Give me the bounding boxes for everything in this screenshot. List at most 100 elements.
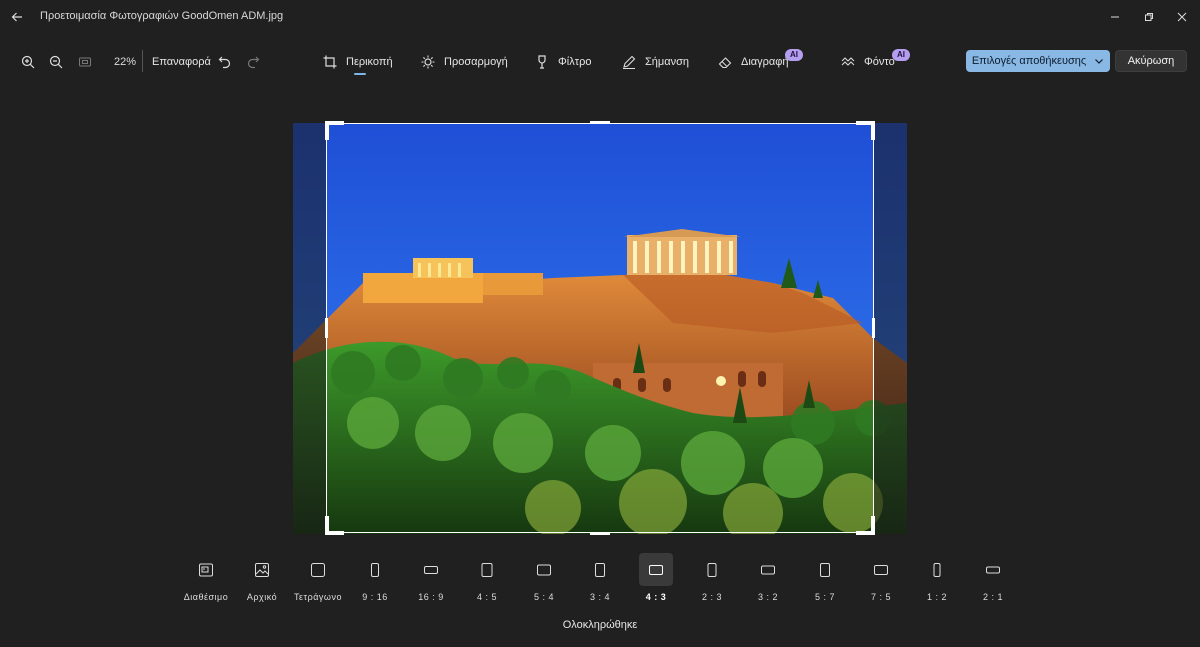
square-icon xyxy=(311,562,325,577)
undo-button[interactable] xyxy=(215,52,235,72)
ratio-3-2[interactable]: 3 : 2 xyxy=(751,553,785,603)
ratio-9-16[interactable]: 9 : 16 xyxy=(358,553,392,603)
zoom-in-icon xyxy=(21,55,35,69)
ratio-2-3[interactable]: 2 : 3 xyxy=(695,553,729,603)
close-button[interactable] xyxy=(1167,6,1197,28)
original-image-icon xyxy=(255,562,269,577)
ratio-1-2[interactable]: 1 : 2 xyxy=(920,553,954,603)
tab-crop[interactable]: Περικοπή xyxy=(322,48,393,76)
landscape-rect-icon xyxy=(986,566,1000,573)
tab-adjust-label: Προσαρμογή xyxy=(444,56,508,68)
redo-icon xyxy=(247,56,260,69)
undo-icon xyxy=(218,56,231,69)
save-options-label: Επιλογές αποθήκευσης xyxy=(971,55,1087,67)
ratio-square[interactable]: Τετράγωνο xyxy=(294,553,341,603)
ratio-label: 3 : 2 xyxy=(757,592,778,602)
ratio-freeform[interactable]: Διαθέσιμο xyxy=(184,553,228,603)
portrait-rect-icon xyxy=(820,562,830,577)
ratio-label: Τετράγωνο xyxy=(294,592,342,602)
ratio-label: 2 : 1 xyxy=(982,592,1003,602)
reset-button[interactable]: Επαναφορά xyxy=(152,56,211,68)
crop-dim-right xyxy=(874,123,907,534)
tab-markup[interactable]: Σήμανση xyxy=(621,48,689,76)
zoom-level: 22% xyxy=(114,56,137,68)
tab-adjust[interactable]: Προσαρμογή xyxy=(420,48,508,76)
crop-handle-top[interactable] xyxy=(590,121,610,124)
landscape-rect-icon xyxy=(874,564,888,575)
minimize-button[interactable] xyxy=(1100,6,1130,28)
ratio-label: 4 : 3 xyxy=(645,592,667,602)
done-button[interactable]: Ολοκληρώθηκε xyxy=(0,619,1200,631)
freeform-image-icon xyxy=(199,563,213,576)
ratio-label: 5 : 4 xyxy=(533,592,554,602)
filter-icon xyxy=(534,54,550,70)
save-options-button[interactable]: Επιλογές αποθήκευσης xyxy=(966,50,1110,72)
landscape-rect-icon xyxy=(537,564,551,575)
portrait-rect-icon xyxy=(481,562,493,577)
ratio-4-3[interactable]: 4 : 3 xyxy=(639,553,673,603)
landscape-rect-icon xyxy=(424,565,438,574)
crop-icon xyxy=(322,54,338,70)
tab-erase-label: Διαγραφή xyxy=(741,56,789,68)
ratio-label: 2 : 3 xyxy=(701,592,722,602)
crop-handle-left[interactable] xyxy=(325,318,328,338)
ratio-16-9[interactable]: 16 : 9 xyxy=(414,553,448,603)
ratio-label: 5 : 7 xyxy=(814,592,835,602)
tab-background[interactable]: Φόντο xyxy=(840,48,895,76)
portrait-rect-icon xyxy=(595,562,605,577)
ratio-7-5[interactable]: 7 : 5 xyxy=(864,553,898,603)
pen-icon xyxy=(621,54,637,70)
tab-erase[interactable]: Διαγραφή xyxy=(717,48,789,76)
back-arrow-icon xyxy=(11,12,22,22)
close-icon xyxy=(1177,12,1187,22)
minimize-icon xyxy=(1111,16,1119,18)
landscape-rect-icon xyxy=(649,564,663,575)
crop-dim-left xyxy=(293,123,327,534)
window-title: Προετοιμασία Φωτογραφιών GoodOmen ADM.jp… xyxy=(40,10,284,22)
title-bar: Προετοιμασία Φωτογραφιών GoodOmen ADM.jp… xyxy=(0,0,1200,34)
crop-handle-right[interactable] xyxy=(872,318,875,338)
portrait-rect-icon xyxy=(933,562,941,577)
tab-crop-label: Περικοπή xyxy=(346,56,393,68)
ratio-5-7[interactable]: 5 : 7 xyxy=(808,553,842,603)
ratio-label: 9 : 16 xyxy=(362,592,388,602)
ratio-label: Διαθέσιμο xyxy=(183,592,229,602)
portrait-rect-icon xyxy=(707,562,717,577)
ratio-2-1[interactable]: 2 : 1 xyxy=(976,553,1010,603)
back-button[interactable] xyxy=(6,6,28,28)
ratio-label: 3 : 4 xyxy=(589,592,610,602)
ratio-4-5[interactable]: 4 : 5 xyxy=(470,553,504,603)
zoom-out-icon xyxy=(49,55,63,69)
tab-background-label: Φόντο xyxy=(864,56,895,68)
chevron-down-icon xyxy=(1095,59,1104,64)
toolbar-divider xyxy=(142,50,143,72)
restore-icon xyxy=(1145,13,1153,21)
landscape-rect-icon xyxy=(761,565,775,574)
background-icon xyxy=(840,54,856,70)
redo-button[interactable] xyxy=(243,52,263,72)
ratio-3-4[interactable]: 3 : 4 xyxy=(583,553,617,603)
tab-filter-label: Φίλτρο xyxy=(558,56,592,68)
ratio-label: 16 : 9 xyxy=(418,592,444,602)
background-ai-badge: AI xyxy=(892,49,910,61)
ratio-label: 4 : 5 xyxy=(476,592,497,602)
restore-button[interactable] xyxy=(1134,6,1164,28)
crop-frame[interactable] xyxy=(326,123,874,533)
ratio-label: 1 : 2 xyxy=(926,592,947,602)
ratio-5-4[interactable]: 5 : 4 xyxy=(527,553,561,603)
cancel-button[interactable]: Ακύρωση xyxy=(1115,50,1187,72)
tab-filter[interactable]: Φίλτρο xyxy=(534,48,591,76)
ratio-original[interactable]: Αρχικό xyxy=(245,553,279,603)
zoom-in-button[interactable] xyxy=(18,52,38,72)
ratio-label: Αρχικό xyxy=(246,592,278,602)
fit-window-icon xyxy=(79,57,91,67)
zoom-out-button[interactable] xyxy=(46,52,66,72)
tab-markup-label: Σήμανση xyxy=(645,56,690,68)
crop-handle-bottom[interactable] xyxy=(590,532,610,535)
eraser-icon xyxy=(717,54,733,70)
portrait-rect-icon xyxy=(371,562,379,577)
ratio-label: 7 : 5 xyxy=(870,592,891,602)
fit-to-window-button[interactable] xyxy=(75,52,95,72)
erase-ai-badge: AI xyxy=(785,49,803,61)
brightness-icon xyxy=(420,54,436,70)
